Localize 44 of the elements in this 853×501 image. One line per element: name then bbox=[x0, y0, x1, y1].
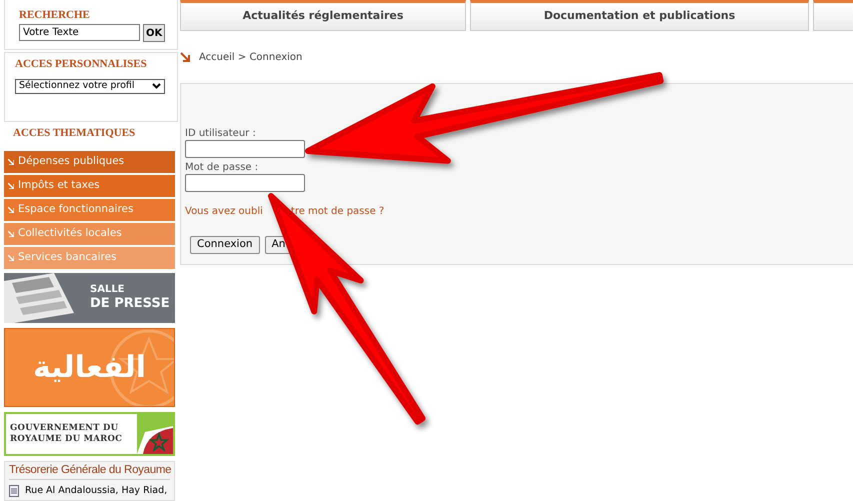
arrow-bullet-icon bbox=[8, 182, 14, 189]
nav-tab[interactable]: Documentation et publications bbox=[470, 0, 809, 31]
arrow-bullet-icon bbox=[8, 206, 14, 213]
profile-select[interactable]: Sélectionnez votre profil bbox=[15, 78, 165, 94]
password-label: Mot de passe : bbox=[185, 161, 260, 174]
breadcrumb: Accueil > Connexion bbox=[199, 50, 302, 64]
profile-title: ACCES PERSONNALISES bbox=[15, 56, 148, 71]
menu-item-label: Espace fonctionnaires bbox=[18, 202, 134, 217]
forgot-password-link[interactable]: Vous avez oubli bbox=[185, 204, 263, 219]
thematic-menu-item[interactable]: Dépenses publiques bbox=[4, 150, 175, 173]
banner-title: ROYAUME DU MAROC bbox=[10, 434, 122, 446]
search-button[interactable]: OK bbox=[143, 24, 166, 42]
banner-title: DE PRESSE bbox=[90, 297, 170, 310]
thematic-title: ACCES THEMATIQUES bbox=[12, 126, 136, 140]
government-banner[interactable]: GOUVERNEMENT DU ROYAUME DU MAROC bbox=[4, 412, 175, 456]
press-banner[interactable]: SALLE DE PRESSE bbox=[4, 272, 175, 323]
treasury-address: Rue Al Andaloussia, Hay Riad, bbox=[25, 484, 168, 498]
user-id-label: ID utilisateur : bbox=[185, 127, 257, 140]
banner-title: GOUVERNEMENT DU bbox=[10, 423, 120, 434]
menu-item-label: Services bancaires bbox=[18, 250, 117, 265]
banner-title: SALLE bbox=[90, 285, 126, 296]
arrow-bullet-icon bbox=[8, 254, 14, 261]
arrow-down-right-icon bbox=[180, 52, 190, 62]
treasury-title: Trésorerie Générale du Royaume bbox=[9, 462, 170, 480]
search-field[interactable]: Votre Texte bbox=[19, 24, 140, 41]
nav-tab[interactable]: Actualités réglementaires bbox=[180, 0, 466, 31]
nav-tab[interactable] bbox=[813, 0, 853, 31]
flag-emblem-icon bbox=[137, 414, 173, 454]
thematic-menu-item[interactable]: Espace fonctionnaires bbox=[4, 198, 175, 221]
menu-item-label: Collectivités locales bbox=[18, 226, 122, 241]
arrow-bullet-icon bbox=[8, 158, 14, 165]
menu-item-label: Impôts et taxes bbox=[18, 178, 100, 193]
menu-item-label: Dépenses publiques bbox=[18, 154, 124, 169]
login-button[interactable]: Connexion bbox=[190, 236, 260, 254]
search-title: RECHERCHE bbox=[19, 8, 91, 22]
arrow-bullet-icon bbox=[8, 230, 14, 237]
password-field[interactable] bbox=[185, 174, 305, 192]
document-icon bbox=[9, 485, 19, 498]
banner-title: الفعالية bbox=[32, 348, 146, 387]
thematic-menu-item[interactable]: Impôts et taxes bbox=[4, 174, 175, 197]
chevron-down-icon bbox=[152, 83, 161, 90]
arabic-banner[interactable]: الفعالية bbox=[4, 328, 175, 408]
thematic-menu-item[interactable]: Collectivités locales bbox=[4, 222, 175, 245]
user-id-field[interactable] bbox=[185, 140, 305, 158]
